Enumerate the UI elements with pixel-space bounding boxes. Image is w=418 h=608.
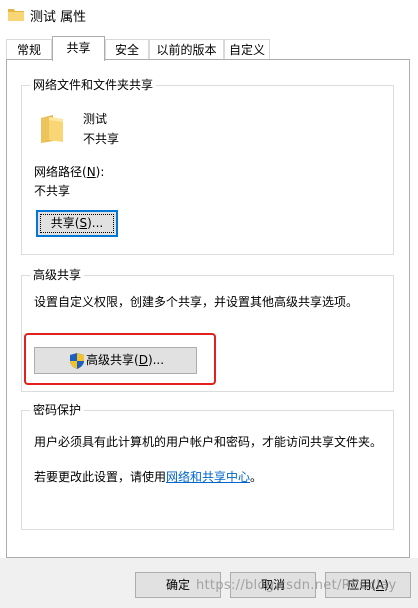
- advanced-sharing-description: 设置自定义权限，创建多个共享，并设置其他高级共享选项。: [34, 295, 359, 309]
- tab-customize[interactable]: 自定义: [224, 39, 270, 59]
- tab-general[interactable]: 常规: [6, 39, 52, 59]
- folder-icon: [41, 115, 63, 143]
- password-protection-description: 用户必须具有此计算机的用户帐户和密码，才能访问共享文件夹。: [34, 435, 383, 449]
- network-sharing-center-link[interactable]: 网络和共享中心: [166, 470, 250, 484]
- network-path-label: 网络路径(N):: [34, 165, 105, 179]
- highlight-box: [24, 333, 216, 385]
- tab-sharing[interactable]: 共享: [52, 36, 105, 61]
- password-protection-group: 密码保护 用户必须具有此计算机的用户帐户和密码，才能访问共享文件夹。 若要更改此…: [21, 402, 394, 530]
- folder-icon: [8, 9, 24, 21]
- advanced-sharing-group-title: 高级共享: [30, 267, 85, 283]
- password-protection-group-title: 密码保护: [30, 402, 85, 418]
- focus-rect: [40, 214, 114, 233]
- network-path-value: 不共享: [34, 184, 71, 198]
- share-button[interactable]: 共享(S)...: [36, 210, 118, 237]
- network-sharing-group-title: 网络文件和文件夹共享: [30, 77, 157, 93]
- watermark: https://blog.csdn.net/RECclay: [196, 578, 397, 593]
- change-setting-text: 若要更改此设置，请使用网络和共享中心。: [34, 470, 263, 484]
- folder-share-status: 不共享: [83, 132, 120, 146]
- title-bar: 测试 属性: [0, 0, 418, 30]
- tab-previous-versions[interactable]: 以前的版本: [149, 39, 224, 59]
- tab-strip: 常规 共享 安全 以前的版本 自定义: [0, 36, 418, 61]
- window-title: 测试 属性: [30, 10, 87, 25]
- tab-panel: 网络文件和文件夹共享 测试 不共享 网络路径(N): 不共享 共享(S)... …: [6, 59, 410, 558]
- tab-security[interactable]: 安全: [105, 39, 149, 59]
- folder-name: 测试: [83, 112, 108, 126]
- network-sharing-group: 网络文件和文件夹共享 测试 不共享 网络路径(N): 不共享 共享(S)...: [21, 77, 394, 255]
